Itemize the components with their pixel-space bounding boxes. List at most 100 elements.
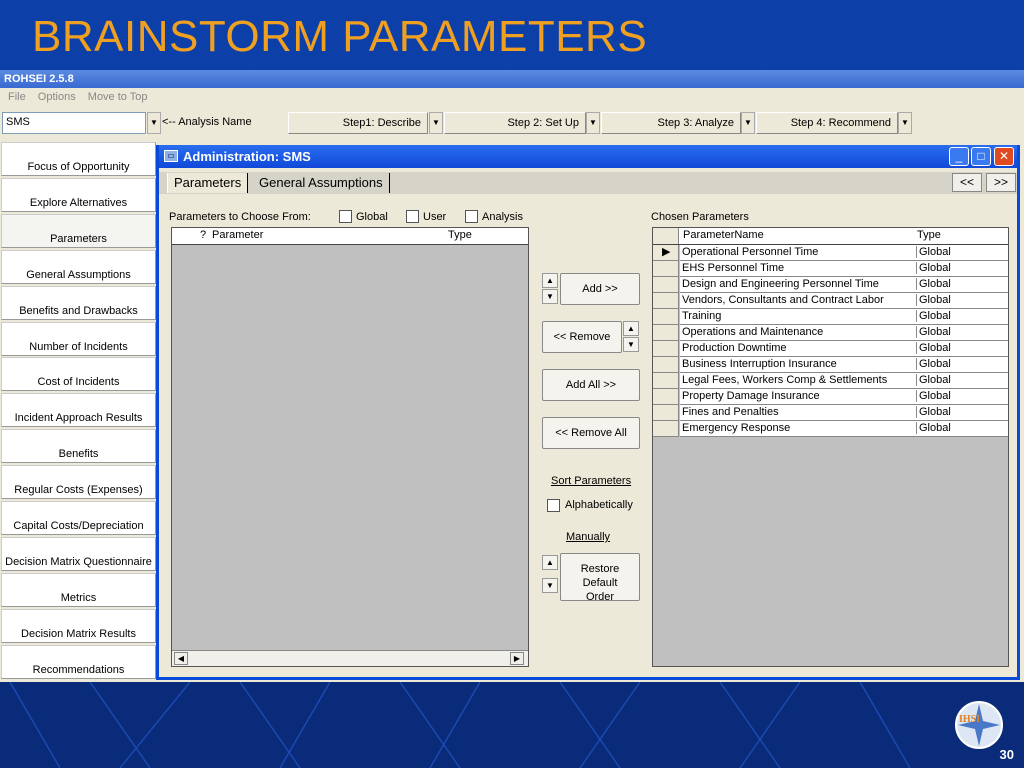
left-navigation: Focus of Opportunity Explore Alternatives… — [0, 142, 157, 682]
flag-header: ? — [200, 229, 207, 241]
nav-decision-matrix-results[interactable]: Decision Matrix Results — [1, 608, 156, 643]
parameter-type-cell: Global — [916, 422, 951, 434]
footer-decoration — [9, 682, 911, 768]
chosen-parameters-grid[interactable]: ParameterName Type ▶ Operational Personne… — [652, 227, 1009, 667]
add-all-button[interactable]: Add All >> — [542, 369, 640, 401]
row-selector[interactable] — [653, 373, 679, 389]
table-row[interactable]: EHS Personnel Time Global — [680, 261, 1008, 277]
tab-parameters[interactable]: Parameters — [167, 173, 249, 193]
nav-capital-costs-depreciation[interactable]: Capital Costs/Depreciation — [1, 501, 156, 535]
parameter-type-cell: Global — [916, 278, 951, 290]
table-row[interactable]: Property Damage Insurance Global — [680, 389, 1008, 405]
nav-recommendations[interactable]: Recommendations — [1, 644, 156, 679]
scroll-right-icon[interactable]: ▶ — [510, 652, 524, 665]
nav-benefits[interactable]: Benefits — [1, 429, 156, 464]
nav-number-of-incidents[interactable]: Number of Incidents — [1, 321, 156, 356]
step3-button[interactable]: Step 3: Analyze — [601, 112, 741, 134]
global-checkbox[interactable] — [339, 210, 352, 223]
spin-down-icon-3[interactable]: ▼ — [542, 578, 558, 593]
spin-up-icon[interactable]: ▲ — [542, 273, 558, 288]
next-button[interactable]: >> — [986, 173, 1016, 192]
row-selector[interactable] — [653, 261, 679, 277]
tab-general-assumptions[interactable]: General Assumptions — [253, 173, 390, 193]
analysis-checkbox[interactable] — [465, 210, 478, 223]
step4-button[interactable]: Step 4: Recommend — [756, 112, 898, 134]
current-row-icon: ▶ — [662, 246, 671, 258]
nav-cost-of-incidents[interactable]: Cost of Incidents — [1, 357, 156, 392]
nav-focus-of-opportunity[interactable]: Focus of Opportunity — [1, 142, 156, 176]
analysis-name-input[interactable]: SMS — [2, 112, 146, 134]
spin-down-icon-2[interactable]: ▼ — [623, 337, 639, 352]
nav-metrics[interactable]: Metrics — [1, 572, 156, 607]
table-row[interactable]: Training Global — [680, 309, 1008, 325]
nav-parameters[interactable]: Parameters — [1, 213, 156, 248]
nav-decision-matrix-questionnaire[interactable]: Decision Matrix Questionnaire — [1, 536, 156, 571]
alphabetically-checkbox[interactable] — [547, 499, 560, 512]
row-selector[interactable] — [653, 389, 679, 405]
choose-from-label: Parameters to Choose From: — [169, 211, 311, 223]
menu-move-to-top[interactable]: Move to Top — [88, 91, 148, 103]
spin-up-icon-3[interactable]: ▲ — [542, 555, 558, 570]
menu-file[interactable]: File — [8, 91, 26, 103]
nav-incident-approach-results[interactable]: Incident Approach Results — [1, 393, 156, 428]
table-row[interactable]: Design and Engineering Personnel Time Glo… — [680, 277, 1008, 293]
remove-all-button[interactable]: << Remove All — [542, 417, 640, 449]
table-row[interactable]: Emergency Response Global — [680, 421, 1008, 437]
row-selector[interactable] — [653, 277, 679, 293]
parameter-header: Parameter — [212, 229, 264, 241]
parameter-type-cell: Global — [916, 342, 951, 354]
parameter-name-header: ParameterName — [683, 229, 764, 241]
table-row[interactable]: Business Interruption Insurance Global — [680, 357, 1008, 373]
parameter-type-cell: Global — [916, 326, 951, 338]
step1-button[interactable]: Step1: Describe — [288, 112, 428, 134]
table-row[interactable]: Operational Personnel Time Global — [680, 245, 1008, 261]
table-row[interactable]: Operations and Maintenance Global — [680, 325, 1008, 341]
analysis-dropdown-icon[interactable]: ▼ — [147, 112, 161, 134]
add-button[interactable]: Add >> — [560, 273, 640, 305]
dialog-title: Administration: SMS — [159, 145, 1017, 168]
parameter-type-cell: Global — [916, 374, 951, 386]
parameter-type-cell: Global — [916, 406, 951, 418]
step3-dropdown-icon[interactable]: ▼ — [741, 112, 755, 134]
step1-dropdown-icon[interactable]: ▼ — [429, 112, 443, 134]
horizontal-scrollbar[interactable]: ◀ ▶ — [172, 650, 528, 666]
row-selector[interactable] — [653, 421, 679, 437]
table-row[interactable]: Production Downtime Global — [680, 341, 1008, 357]
maximize-icon[interactable]: □ — [971, 147, 991, 166]
spin-down-icon[interactable]: ▼ — [542, 289, 558, 304]
row-selector[interactable] — [653, 341, 679, 357]
row-selector[interactable] — [653, 405, 679, 421]
row-selector[interactable] — [653, 293, 679, 309]
step2-button[interactable]: Step 2: Set Up — [444, 112, 586, 134]
user-checkbox[interactable] — [406, 210, 419, 223]
previous-button[interactable]: << — [952, 173, 982, 192]
row-selector[interactable] — [653, 309, 679, 325]
available-parameters-grid[interactable]: ? Parameter Type ◀ ▶ — [171, 227, 529, 667]
parameter-name-cell: Property Damage Insurance — [682, 390, 820, 402]
restore-default-order-button[interactable]: Restore Default Order — [560, 553, 640, 603]
parameter-name-cell: Vendors, Consultants and Contract Labor — [682, 294, 884, 306]
row-selector[interactable]: ▶ — [653, 245, 679, 261]
step4-dropdown-icon[interactable]: ▼ — [898, 112, 912, 134]
parameter-type-cell: Global — [916, 246, 951, 258]
parameter-name-cell: Operational Personnel Time — [682, 246, 819, 258]
nav-explore-alternatives[interactable]: Explore Alternatives — [1, 177, 156, 212]
minimize-icon[interactable]: _ — [949, 147, 969, 166]
spin-up-icon-2[interactable]: ▲ — [623, 321, 639, 336]
nav-regular-costs-expenses[interactable]: Regular Costs (Expenses) — [1, 465, 156, 500]
nav-benefits-and-drawbacks[interactable]: Benefits and Drawbacks — [1, 285, 156, 320]
scroll-left-icon[interactable]: ◀ — [174, 652, 188, 665]
tab-strip: Parameters General Assumptions << >> — [159, 172, 1017, 194]
row-selector[interactable] — [653, 325, 679, 341]
step2-dropdown-icon[interactable]: ▼ — [586, 112, 600, 134]
menu-options[interactable]: Options — [38, 91, 76, 103]
parameter-type-cell: Global — [916, 390, 951, 402]
parameter-name-cell: Training — [682, 310, 722, 322]
nav-general-assumptions[interactable]: General Assumptions — [1, 249, 156, 284]
table-row[interactable]: Fines and Penalties Global — [680, 405, 1008, 421]
table-row[interactable]: Legal Fees, Workers Comp & Settlements Gl… — [680, 373, 1008, 389]
table-row[interactable]: Vendors, Consultants and Contract Labor G… — [680, 293, 1008, 309]
remove-button[interactable]: << Remove — [542, 321, 622, 353]
close-icon[interactable]: ✕ — [994, 147, 1014, 166]
row-selector[interactable] — [653, 357, 679, 373]
